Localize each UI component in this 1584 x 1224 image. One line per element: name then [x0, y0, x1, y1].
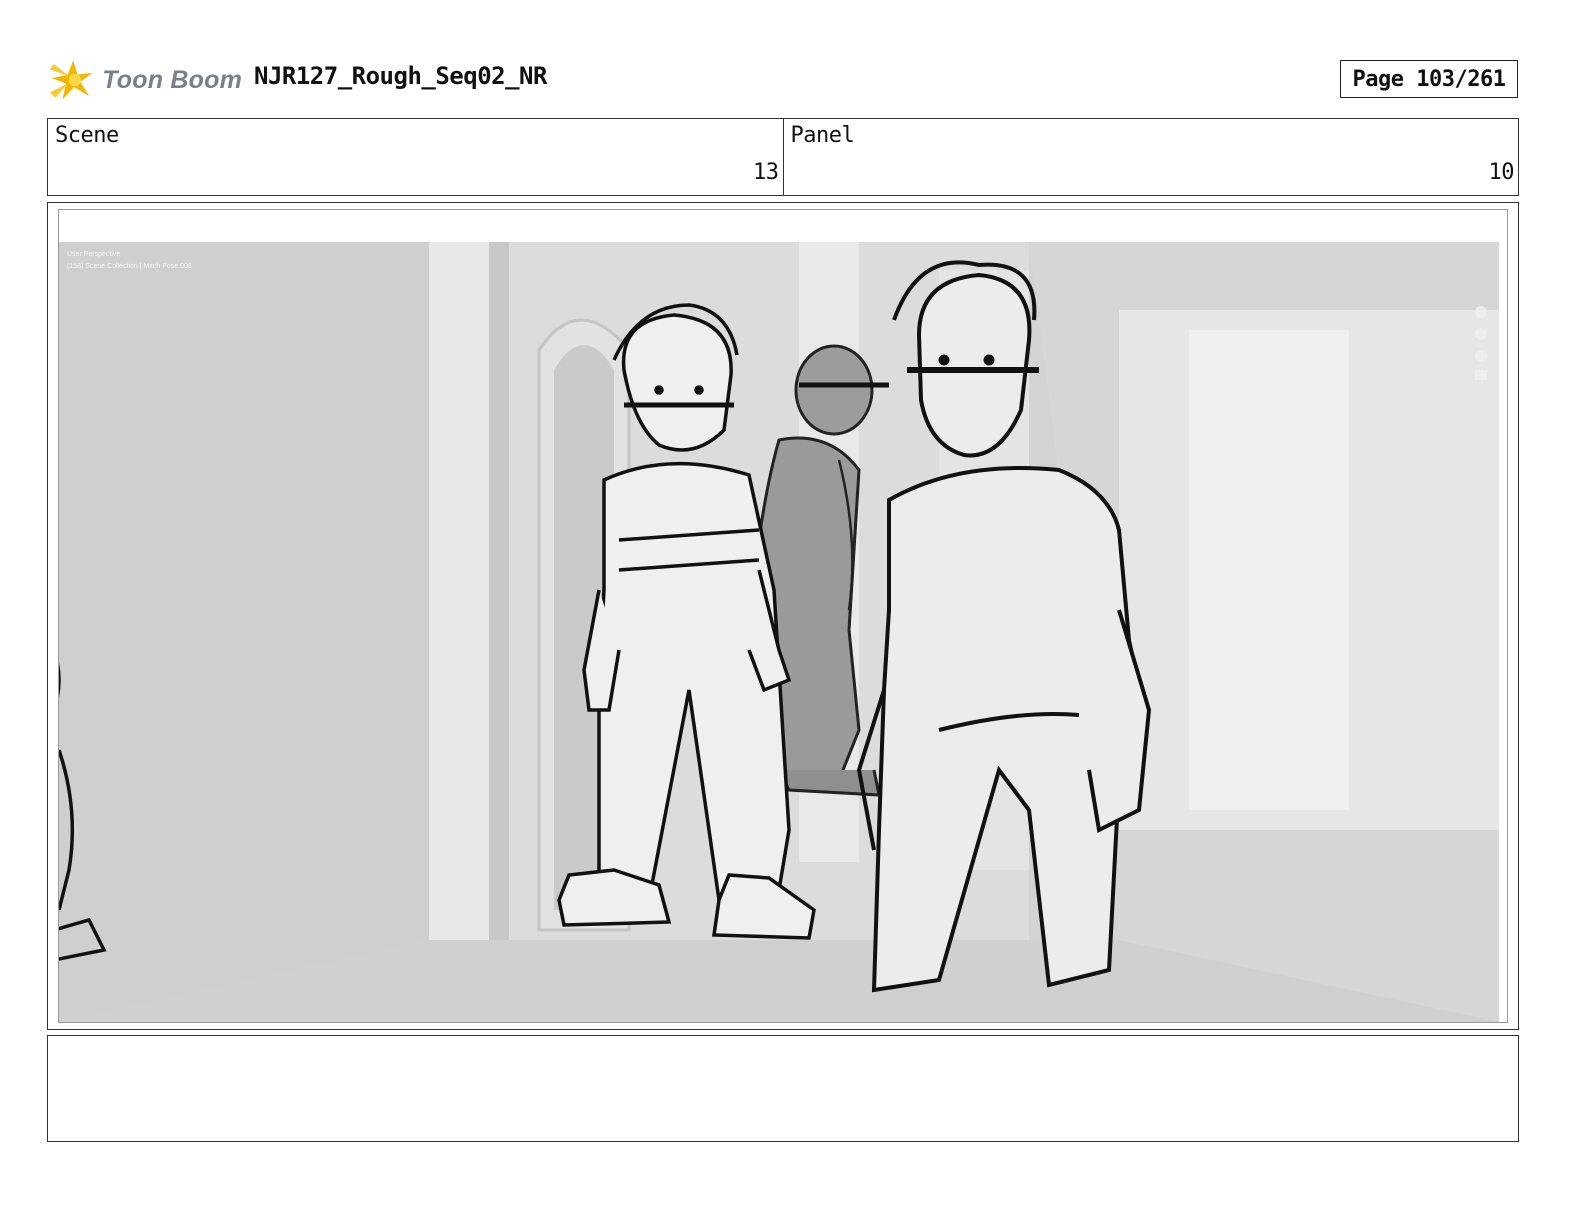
grid-icon	[1475, 370, 1487, 380]
panel-notes-box	[47, 1035, 1519, 1142]
document-title: NJR127_Rough_Seq02_NR	[254, 62, 547, 90]
viewport-label: User Perspective	[67, 251, 120, 258]
panel-cell: Panel 10	[782, 119, 1519, 195]
hand-icon	[1475, 328, 1487, 340]
camera-icon	[1475, 350, 1487, 362]
star-burst-icon	[50, 60, 93, 100]
sketch-artwork: User Perspective (158) Scene Collection …	[59, 210, 1507, 1022]
viewport-collection-label: (158) Scene Collection | Mitch Pose.008	[67, 263, 192, 270]
zoom-icon	[1475, 306, 1487, 318]
scene-number: 13	[753, 160, 779, 185]
page-indicator: Page 103/261	[1340, 60, 1518, 98]
panel-number: 10	[1488, 160, 1515, 185]
panel-label: Panel	[790, 123, 855, 148]
logo-text: Toon Boom	[102, 65, 242, 94]
storyboard-panel-image: User Perspective (158) Scene Collection …	[58, 209, 1508, 1023]
scene-label: Scene	[55, 123, 119, 148]
scene-cell: Scene 13	[48, 119, 783, 195]
scene-panel-info-row: Scene 13 Panel 10	[47, 118, 1519, 196]
toon-boom-logo: Toon Boom	[50, 54, 242, 106]
